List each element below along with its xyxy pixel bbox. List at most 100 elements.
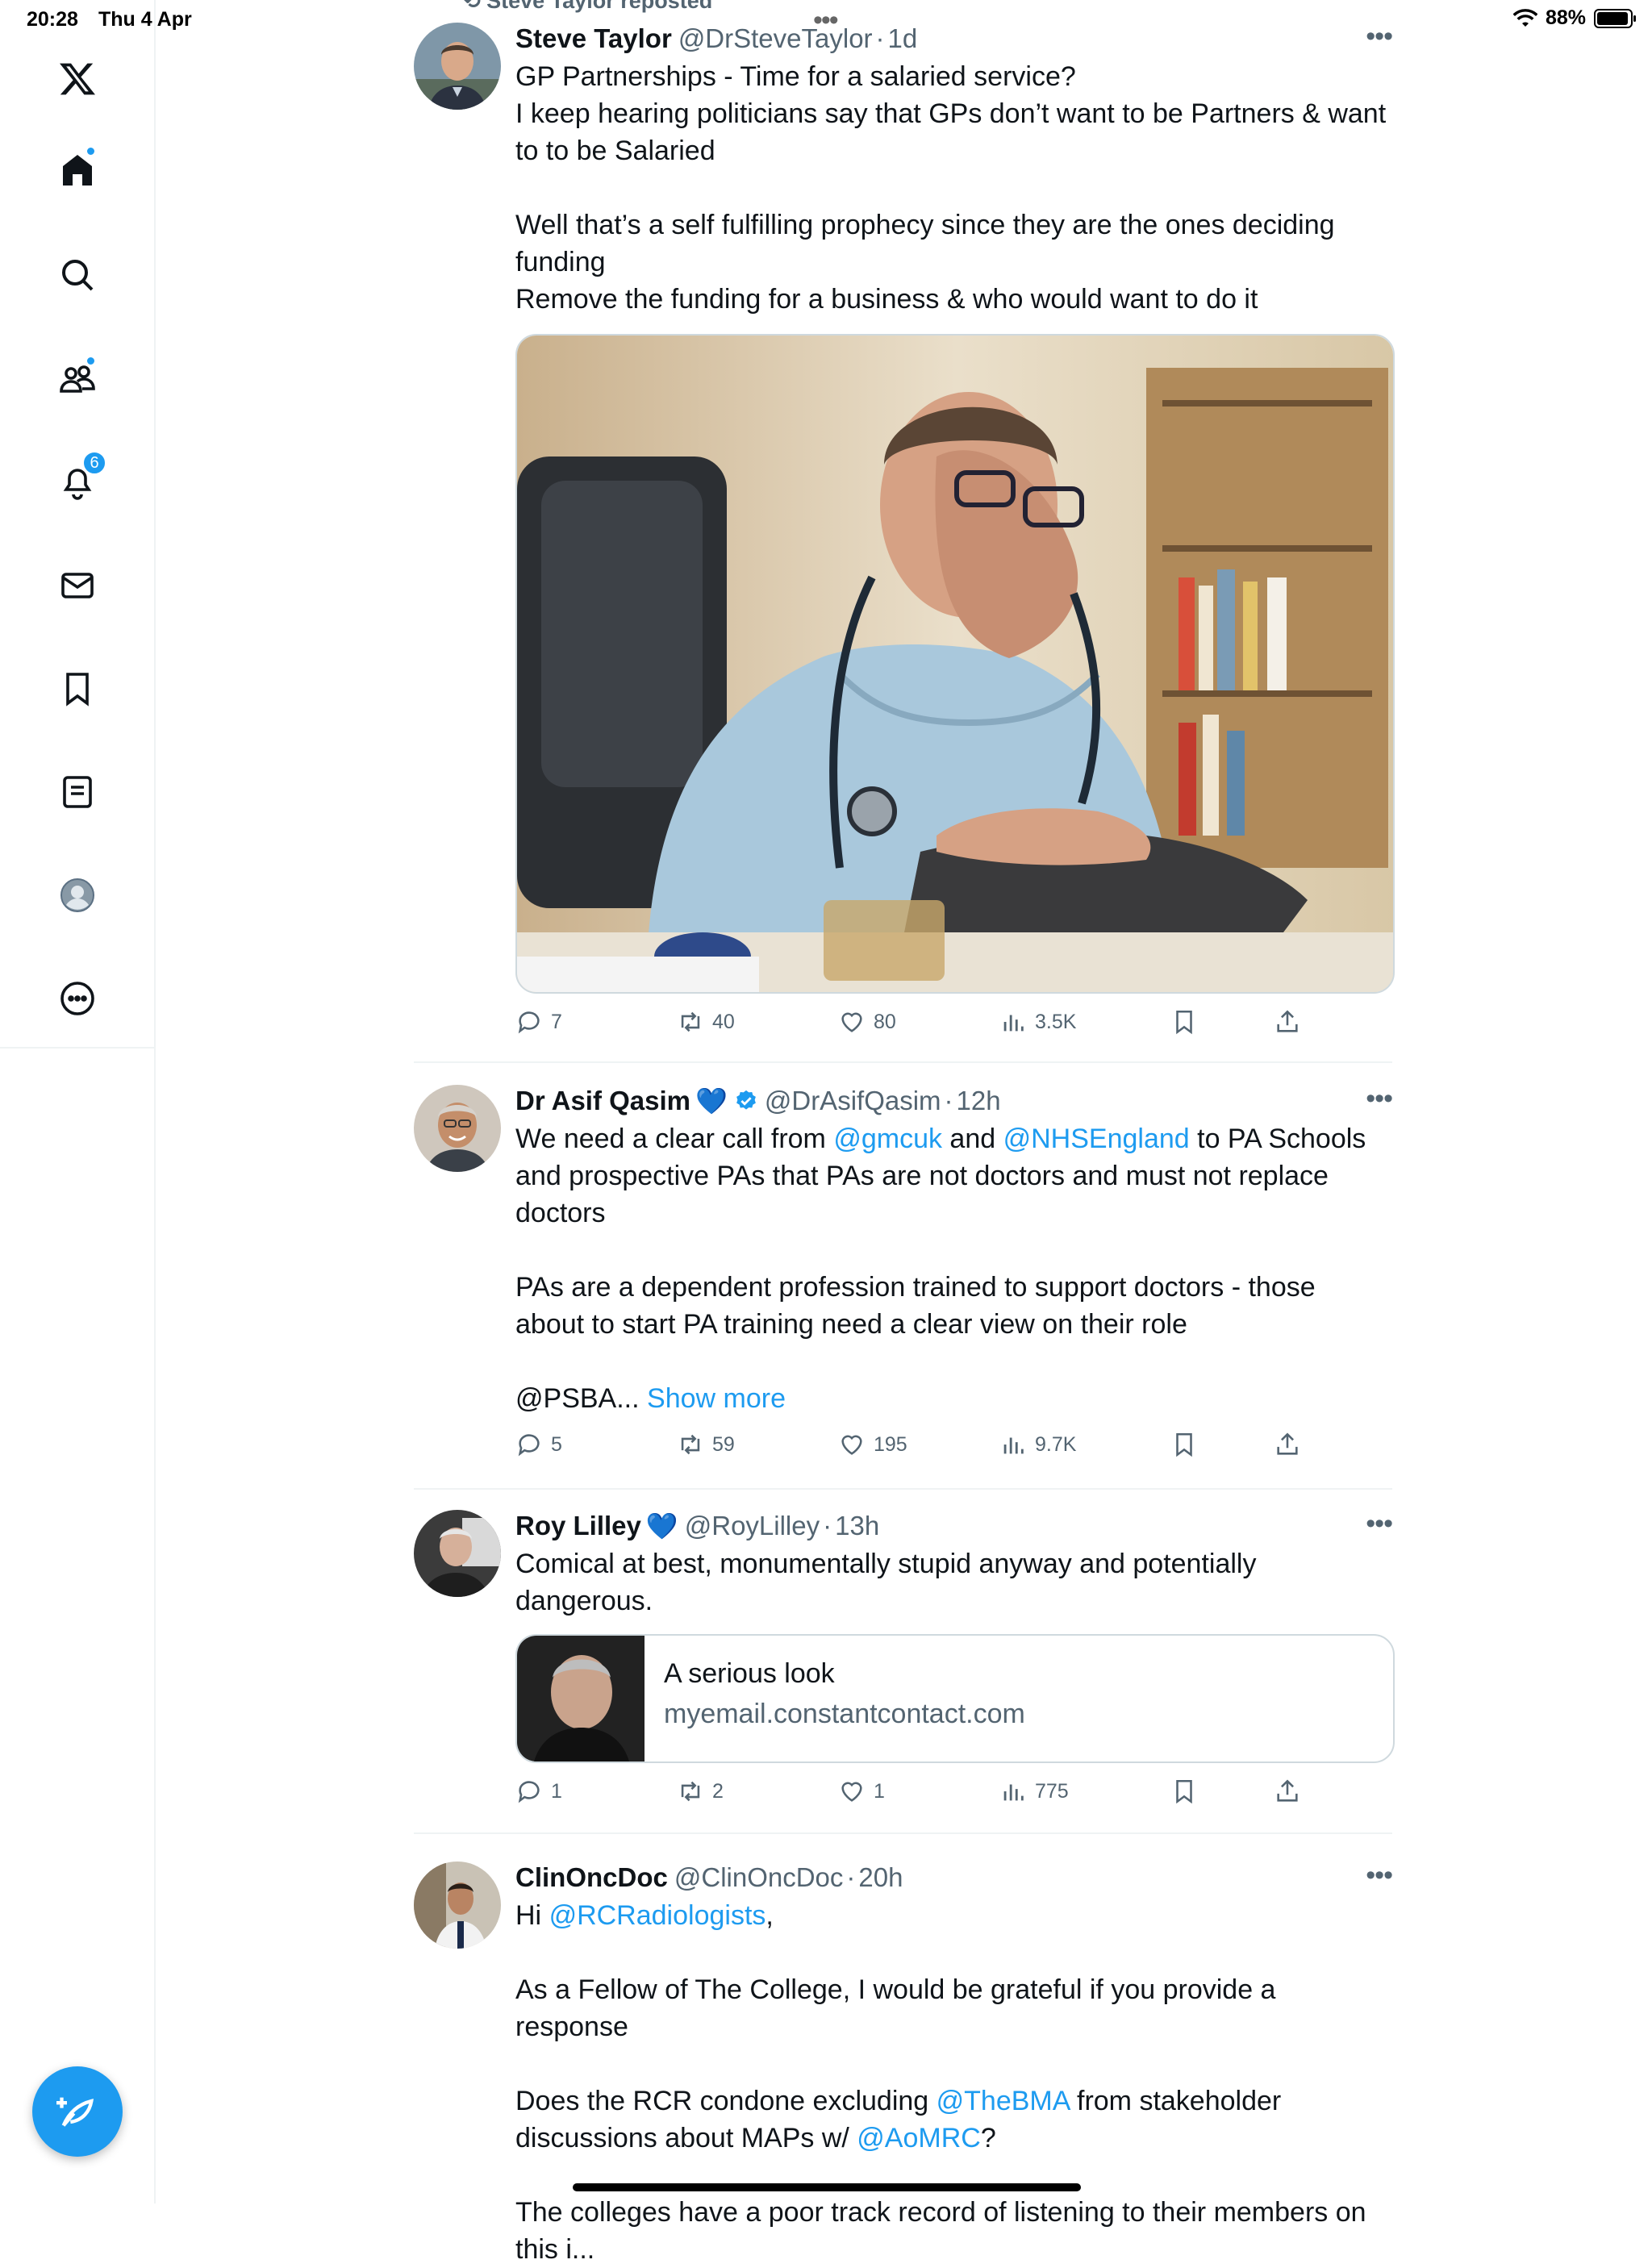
tweet-more-options-icon[interactable]: ••• — [1366, 1083, 1393, 1115]
avatar-roy-lilley[interactable] — [414, 1510, 501, 1597]
tweet-time[interactable]: 13h — [835, 1508, 879, 1544]
bookmark-icon — [1176, 1432, 1192, 1457]
tweet-text-line: Comical at best, monumentally stupid any… — [515, 1549, 1257, 1579]
repost-label: Steve Taylor reposted — [486, 0, 713, 13]
author-handle[interactable]: @RoyLilley — [685, 1508, 820, 1544]
tweet-time[interactable]: 20h — [858, 1860, 903, 1895]
reply-icon — [518, 1781, 540, 1803]
tweet-text-line: funding — [515, 247, 606, 277]
tweet-text: We need a clear call from @gmcuk and @NH… — [515, 1120, 1392, 1417]
profile-avatar-icon[interactable] — [52, 869, 103, 921]
mention-thebma[interactable]: @TheBMA — [937, 2086, 1070, 2116]
reply-icon — [518, 1011, 540, 1034]
repost-button[interactable]: 59 — [677, 1431, 735, 1458]
views-button[interactable]: 775 — [999, 1778, 1069, 1805]
author-name[interactable]: Steve Taylor — [515, 21, 672, 56]
like-count: 195 — [874, 1432, 907, 1456]
mention-nhsengland[interactable]: @NHSEngland — [1003, 1124, 1190, 1154]
avatar-dr-asif-qasim[interactable] — [414, 1085, 501, 1172]
tweet-time[interactable]: 12h — [957, 1083, 1001, 1119]
tweet-text-line: I keep hearing politicians say that GPs … — [515, 98, 1387, 129]
wifi-icon — [1512, 8, 1537, 27]
tweet-more-options-icon[interactable]: ••• — [1366, 1860, 1393, 1891]
search-icon[interactable] — [52, 249, 103, 301]
avatar-clinoncdoc[interactable] — [414, 1862, 501, 1949]
tweet[interactable]: ClinOncDoc @ClinOncDoc · 20h ••• Hi @RCR… — [414, 1860, 1393, 2265]
author-name[interactable]: ClinOncDoc — [515, 1860, 668, 1895]
heart-icon — [841, 1435, 862, 1455]
reply-button[interactable]: 7 — [515, 1008, 562, 1036]
compose-post-button[interactable] — [32, 2066, 123, 2157]
reply-button[interactable]: 1 — [515, 1778, 562, 1805]
tweet-text-line: about to start PA training need a clear … — [515, 1309, 1187, 1340]
heart-icon — [841, 1012, 862, 1032]
mention-gmcuk[interactable]: @gmcuk — [833, 1124, 942, 1154]
tweet-actions: 7 40 80 3.5K — [515, 1008, 1395, 1040]
tweet-text-line: this i... — [515, 2234, 595, 2265]
home-icon[interactable] — [52, 144, 103, 196]
author-handle[interactable]: @DrSteveTaylor — [678, 21, 873, 56]
tweet[interactable]: Steve Taylor @DrSteveTaylor · 1d ••• GP … — [414, 21, 1395, 1063]
bookmark-button[interactable] — [1170, 1431, 1198, 1458]
link-preview-card[interactable]: A serious look myemail.constantcontact.c… — [515, 1634, 1395, 1763]
share-button[interactable] — [1274, 1008, 1301, 1036]
analytics-icon — [1003, 1015, 1024, 1032]
x-logo-icon[interactable] — [52, 53, 103, 105]
bookmark-icon — [1176, 1010, 1192, 1035]
avatar-steve-taylor[interactable] — [414, 23, 501, 110]
tweet[interactable]: Roy Lilley 💙 @RoyLilley · 13h ••• Comica… — [414, 1508, 1395, 1834]
tweet[interactable]: Dr Asif Qasim 💙 @DrAsifQasim · 12h ••• W… — [414, 1083, 1395, 1490]
like-button[interactable]: 195 — [838, 1431, 907, 1458]
communities-icon[interactable] — [52, 352, 103, 404]
views-button[interactable]: 3.5K — [999, 1008, 1076, 1036]
bookmarks-icon[interactable] — [52, 663, 103, 715]
blue-heart-emoji: 💙 — [695, 1086, 728, 1115]
verified-badge-icon[interactable] — [734, 1089, 758, 1113]
repost-count: 59 — [712, 1432, 735, 1456]
notifications-icon[interactable]: 6 — [52, 451, 106, 507]
tweet-text-line: to to be Salaried — [515, 135, 715, 166]
views-count: 775 — [1035, 1779, 1069, 1803]
repost-button[interactable]: 40 — [677, 1008, 735, 1036]
battery-icon — [1594, 8, 1636, 28]
like-button[interactable]: 1 — [838, 1778, 885, 1805]
show-more-link[interactable]: Show more — [647, 1383, 786, 1414]
repost-count: 2 — [712, 1779, 724, 1803]
notifications-badge: 6 — [82, 451, 106, 475]
share-button[interactable] — [1274, 1778, 1301, 1805]
share-icon — [1277, 1010, 1298, 1032]
tweet-more-options-icon[interactable]: ••• — [1366, 21, 1393, 52]
author-handle[interactable]: @ClinOncDoc — [674, 1860, 844, 1895]
author-name[interactable]: Roy Lilley — [515, 1508, 641, 1544]
tweet-text-line: @PSBA... Show more — [515, 1383, 786, 1414]
lists-icon[interactable] — [52, 766, 103, 818]
repost-indicator: ⟲ Steve Taylor reposted — [462, 0, 712, 14]
tweet-image-doctor[interactable] — [515, 334, 1395, 994]
tweet-time[interactable]: 1d — [888, 21, 918, 56]
share-button[interactable] — [1274, 1431, 1301, 1458]
tweet-more-options-icon[interactable]: ••• — [1366, 1508, 1393, 1540]
reply-button[interactable]: 5 — [515, 1431, 562, 1458]
mention-rcradiologists[interactable]: @RCRadiologists — [549, 1900, 766, 1931]
more-icon[interactable] — [52, 973, 103, 1024]
tweet-actions: 5 59 195 9.7K — [515, 1431, 1395, 1463]
bookmark-button[interactable] — [1170, 1008, 1198, 1036]
views-button[interactable]: 9.7K — [999, 1431, 1076, 1458]
author-name[interactable]: Dr Asif Qasim — [515, 1083, 690, 1119]
bookmark-button[interactable] — [1170, 1778, 1198, 1805]
author-handle[interactable]: @DrAsifQasim — [765, 1083, 941, 1119]
mention-aomrc[interactable]: @AoMRC — [857, 2123, 981, 2153]
repost-button[interactable]: 2 — [677, 1778, 724, 1805]
heart-icon — [841, 1782, 862, 1802]
tweet-header: ClinOncDoc @ClinOncDoc · 20h — [515, 1860, 1392, 1895]
tweet-text: Hi @RCRadiologists, As a Fellow of The C… — [515, 1897, 1392, 2268]
link-preview-title: A serious look — [664, 1658, 835, 1689]
messages-icon[interactable] — [52, 560, 103, 611]
analytics-icon — [1003, 1784, 1024, 1801]
reply-count: 7 — [551, 1010, 562, 1033]
like-count: 1 — [874, 1779, 885, 1803]
compose-feather-icon — [56, 2097, 94, 2127]
battery-percent: 88% — [1545, 6, 1586, 29]
like-button[interactable]: 80 — [838, 1008, 896, 1036]
home-indicator[interactable] — [573, 2183, 1081, 2191]
